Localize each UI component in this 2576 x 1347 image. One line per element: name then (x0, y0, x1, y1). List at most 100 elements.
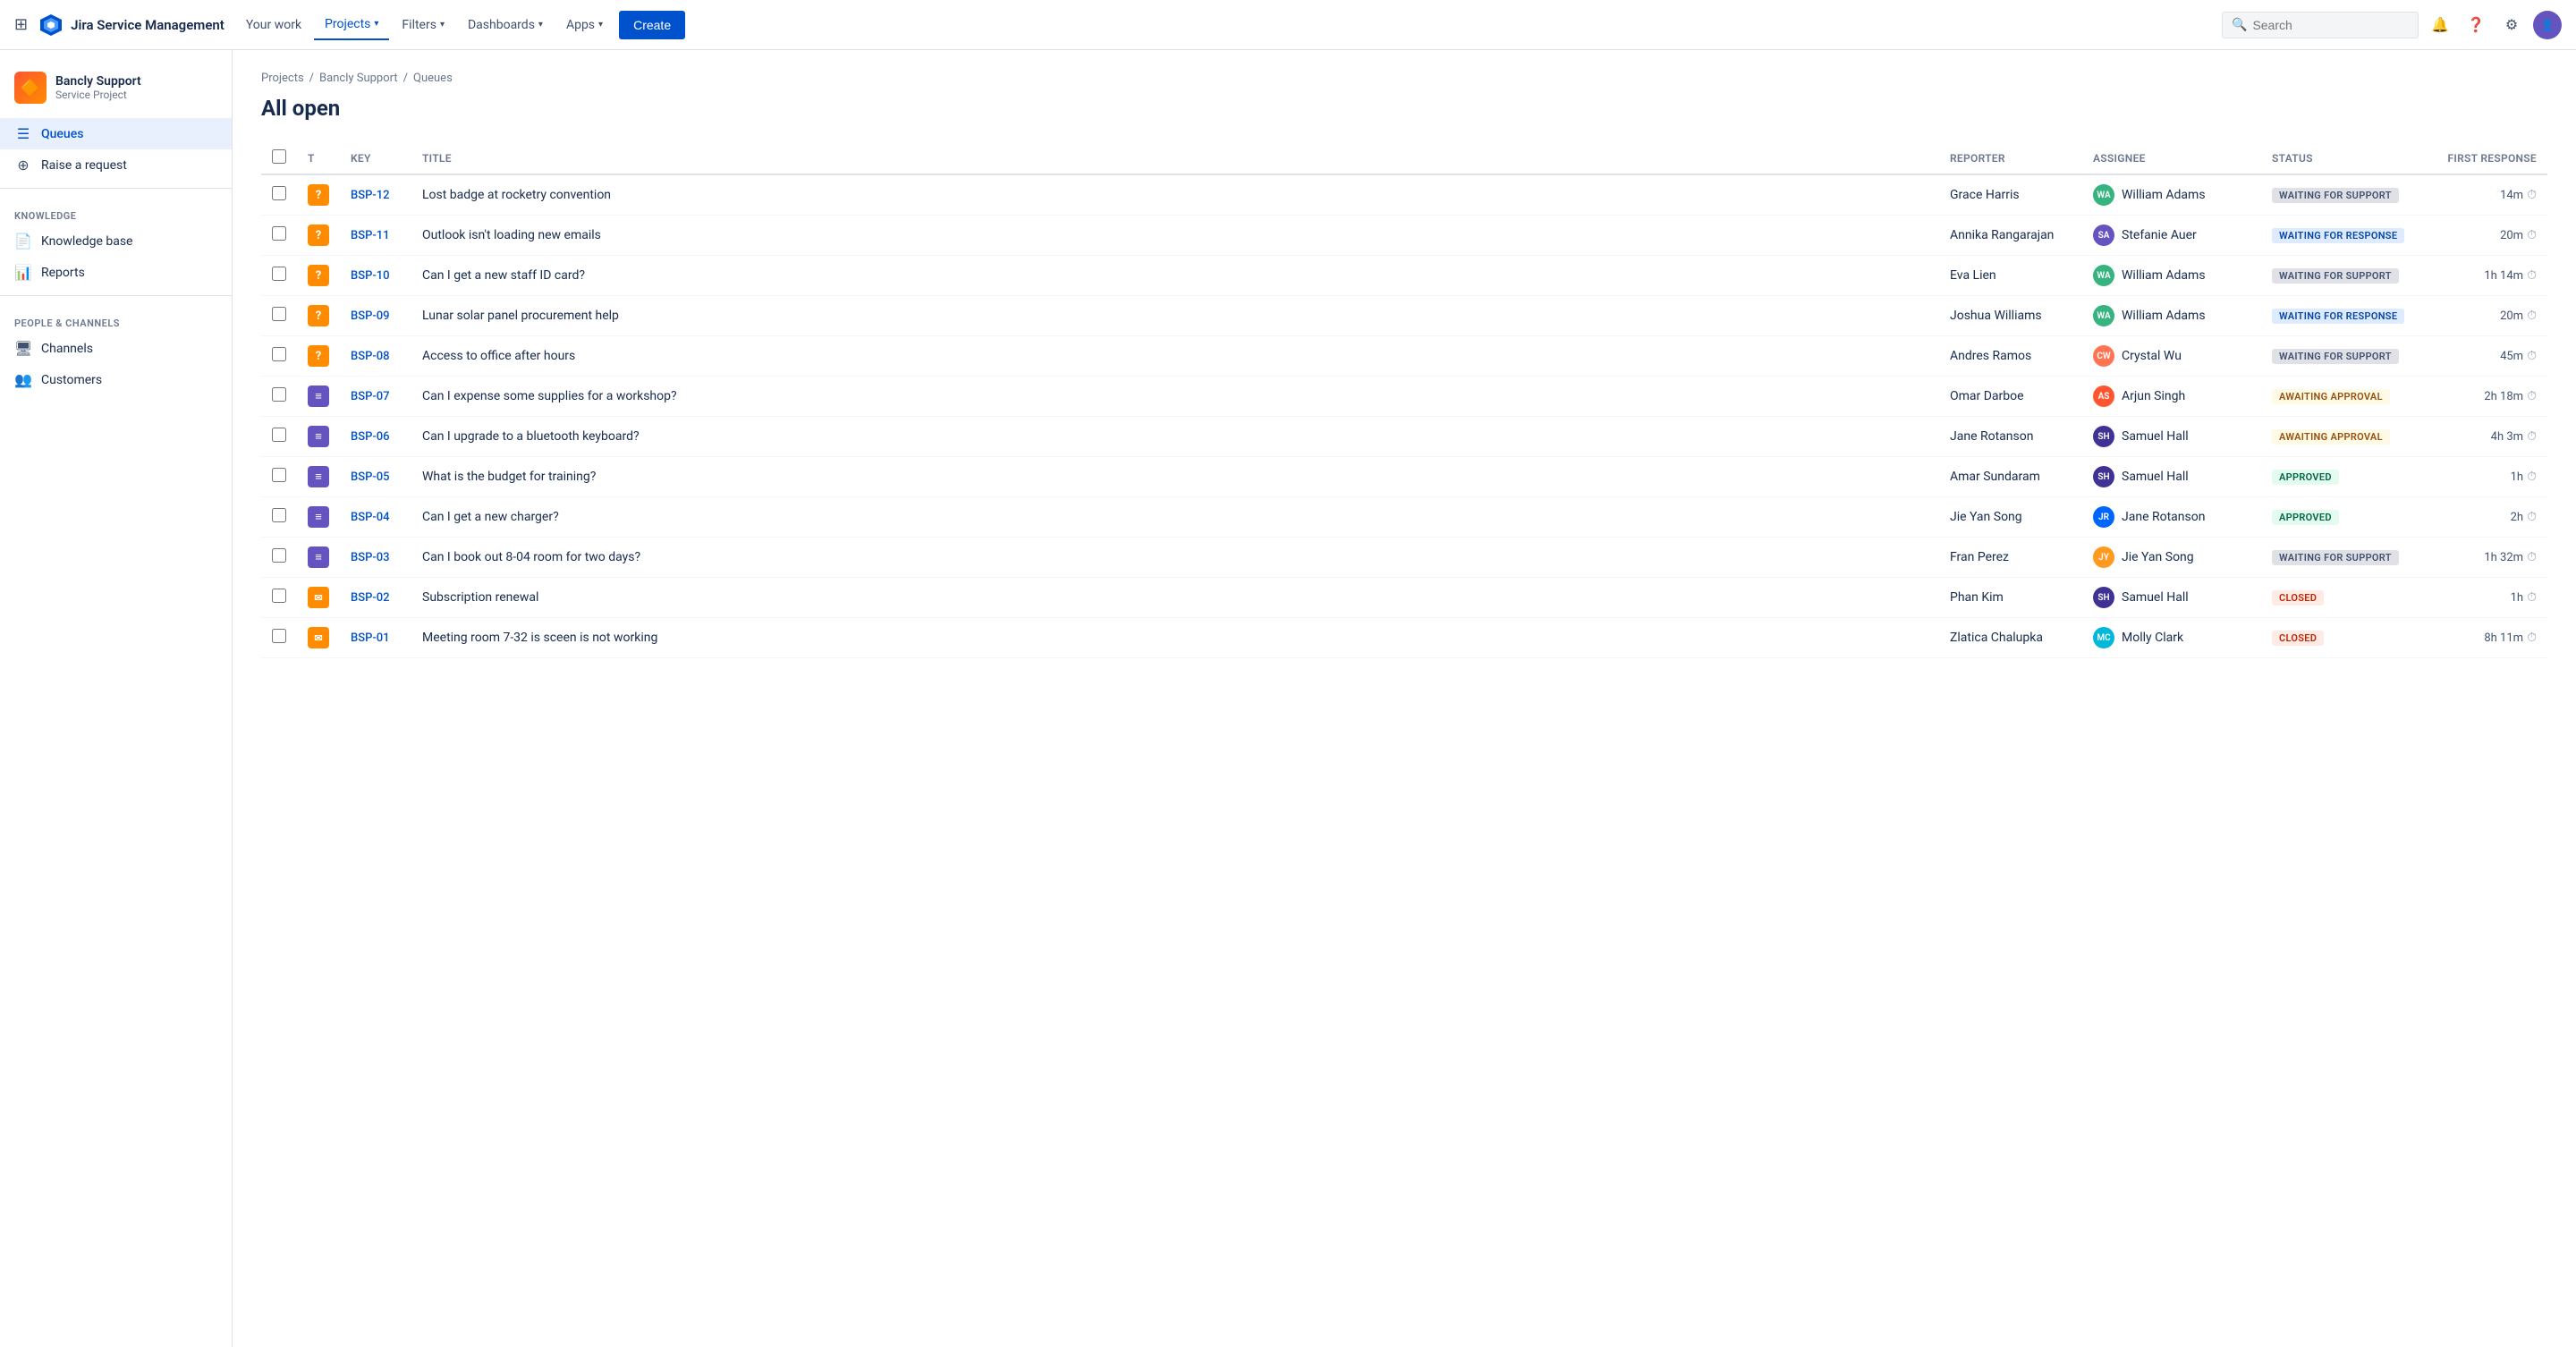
create-button[interactable]: Create (619, 11, 685, 39)
assignee-name: Arjun Singh (2122, 389, 2185, 403)
row-checkbox-3[interactable] (272, 307, 286, 321)
assignee-cell: CW Crystal Wu (2093, 345, 2250, 367)
nav-dashboards[interactable]: Dashboards ▾ (457, 11, 554, 39)
grid-icon[interactable]: ⊞ (14, 15, 28, 34)
settings-button[interactable]: ⚙ (2497, 11, 2526, 39)
issue-key[interactable]: BSP-06 (351, 430, 390, 444)
issue-key[interactable]: BSP-12 (351, 189, 390, 202)
issue-title[interactable]: Lunar solar panel procurement help (411, 296, 1939, 336)
issue-title[interactable]: Can I get a new charger? (411, 497, 1939, 538)
header-title[interactable]: Title (411, 142, 1939, 174)
issue-key[interactable]: BSP-08 (351, 350, 390, 363)
sidebar-item-raise-request[interactable]: ⊕ Raise a request (0, 149, 232, 181)
type-icon: ? (308, 265, 329, 286)
row-checkbox-2[interactable] (272, 267, 286, 281)
search-input[interactable] (2252, 18, 2409, 32)
clock-icon: ⏱ (2527, 389, 2537, 403)
row-checkbox-11[interactable] (272, 629, 286, 643)
row-checkbox-4[interactable] (272, 347, 286, 361)
assignee-name: Jie Yan Song (2122, 550, 2194, 564)
nav-filters[interactable]: Filters ▾ (391, 11, 455, 39)
avatar[interactable]: 👤 (2533, 11, 2562, 39)
issue-title[interactable]: Can I get a new staff ID card? (411, 256, 1939, 296)
issue-key[interactable]: BSP-01 (351, 631, 390, 645)
sidebar-item-channels[interactable]: 🖥 Channels (0, 333, 232, 364)
assignee-name: Samuel Hall (2122, 590, 2189, 605)
response-time: 1h ⏱ (2433, 470, 2537, 484)
row-checkbox-0[interactable] (272, 186, 286, 200)
assignee-cell: JY Jie Yan Song (2093, 546, 2250, 568)
issue-key[interactable]: BSP-02 (351, 591, 390, 605)
reporter-name: Amar Sundaram (1939, 457, 2082, 497)
issue-key[interactable]: BSP-04 (351, 511, 390, 524)
response-value: 1h (2511, 470, 2523, 484)
search-box[interactable]: 🔍 (2222, 12, 2419, 38)
issue-key[interactable]: BSP-10 (351, 269, 390, 283)
assignee-cell: WA William Adams (2093, 305, 2250, 326)
status-badge: CLOSED (2272, 590, 2324, 606)
row-checkbox-10[interactable] (272, 589, 286, 603)
issue-title[interactable]: Can I expense some supplies for a worksh… (411, 377, 1939, 417)
sidebar-item-knowledge-base[interactable]: 📄 Knowledge base (0, 225, 232, 257)
header-status[interactable]: Status (2261, 142, 2422, 174)
logo[interactable]: Jira Service Management (38, 13, 225, 38)
issue-title[interactable]: Access to office after hours (411, 336, 1939, 377)
clock-icon: ⏱ (2527, 188, 2537, 202)
clock-icon: ⏱ (2527, 510, 2537, 524)
sidebar-item-queues[interactable]: ☰ Queues (0, 118, 232, 149)
notifications-button[interactable]: 🔔 (2426, 11, 2454, 39)
row-checkbox-6[interactable] (272, 428, 286, 442)
row-checkbox-8[interactable] (272, 508, 286, 522)
header-first-response[interactable]: First response (2422, 142, 2547, 174)
breadcrumb-projects[interactable]: Projects (261, 72, 304, 85)
issue-key[interactable]: BSP-05 (351, 470, 390, 484)
projects-chevron-icon: ▾ (374, 19, 378, 29)
issue-title[interactable]: What is the budget for training? (411, 457, 1939, 497)
issue-key[interactable]: BSP-03 (351, 551, 390, 564)
header-key[interactable]: Key (340, 142, 411, 174)
issue-title[interactable]: Can I book out 8-04 room for two days? (411, 538, 1939, 578)
response-time: 14m ⏱ (2433, 188, 2537, 202)
clock-icon: ⏱ (2527, 550, 2537, 564)
breadcrumb-bancly-support[interactable]: Bancly Support (319, 72, 398, 85)
knowledge-section-label: KNOWLEDGE (0, 196, 232, 225)
sidebar: 🔶 Bancly Support Service Project ☰ Queue… (0, 50, 233, 1347)
search-icon: 🔍 (2232, 18, 2247, 32)
issue-key[interactable]: BSP-09 (351, 309, 390, 323)
select-all-checkbox[interactable] (272, 149, 286, 164)
row-checkbox-5[interactable] (272, 387, 286, 402)
assignee-avatar: WA (2093, 265, 2114, 286)
reporter-name: Phan Kim (1939, 578, 2082, 618)
header-reporter[interactable]: Reporter (1939, 142, 2082, 174)
table-row: ? BSP-10 Can I get a new staff ID card? … (261, 256, 2547, 296)
header-assignee[interactable]: Assignee (2082, 142, 2261, 174)
clock-icon: ⏱ (2527, 590, 2537, 605)
response-value: 2h 18m (2484, 390, 2523, 403)
response-time: 20m ⏱ (2433, 309, 2537, 323)
clock-icon: ⏱ (2527, 268, 2537, 283)
reports-icon: 📊 (14, 264, 32, 281)
issue-title[interactable]: Subscription renewal (411, 578, 1939, 618)
nav-your-work[interactable]: Your work (235, 11, 312, 39)
issue-title[interactable]: Can I upgrade to a bluetooth keyboard? (411, 417, 1939, 457)
response-time: 1h 32m ⏱ (2433, 550, 2537, 564)
row-checkbox-9[interactable] (272, 548, 286, 563)
issue-title[interactable]: Outlook isn't loading new emails (411, 216, 1939, 256)
sidebar-item-reports[interactable]: 📊 Reports (0, 257, 232, 288)
row-checkbox-7[interactable] (272, 468, 286, 482)
issue-key[interactable]: BSP-11 (351, 229, 390, 242)
assignee-name: Stefanie Auer (2122, 228, 2197, 242)
help-button[interactable]: ❓ (2462, 11, 2490, 39)
issue-title[interactable]: Lost badge at rocketry convention (411, 174, 1939, 216)
response-value: 1h (2511, 591, 2523, 605)
breadcrumb-queues[interactable]: Queues (413, 72, 453, 85)
response-time: 20m ⏱ (2433, 228, 2537, 242)
assignee-avatar: MC (2093, 627, 2114, 648)
issue-title[interactable]: Meeting room 7-32 is sceen is not workin… (411, 618, 1939, 658)
nav-apps[interactable]: Apps ▾ (555, 11, 614, 39)
issue-key[interactable]: BSP-07 (351, 390, 390, 403)
row-checkbox-1[interactable] (272, 226, 286, 241)
app-name: Jira Service Management (71, 17, 225, 33)
nav-projects[interactable]: Projects ▾ (314, 10, 389, 40)
sidebar-item-customers[interactable]: 👥 Customers (0, 364, 232, 395)
